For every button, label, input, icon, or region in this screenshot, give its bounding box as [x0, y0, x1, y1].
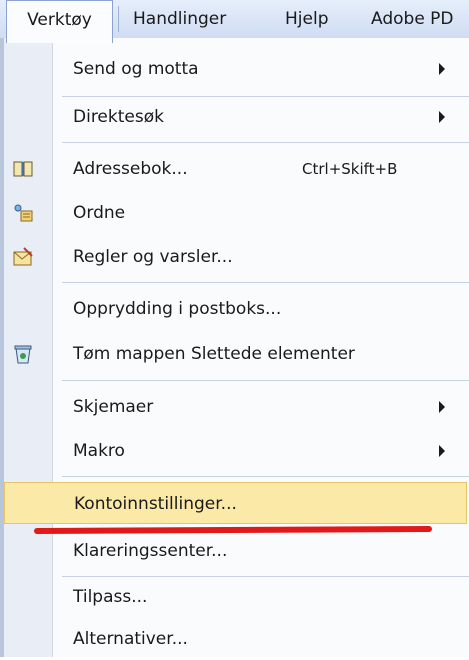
menu-item-label: Direktesøk	[73, 107, 164, 127]
menu-separator	[62, 142, 469, 143]
menu-bar: Verktøy Handlinger Hjelp Adobe PD	[0, 0, 469, 43]
menu-item-ordne[interactable]: Ordne	[0, 192, 469, 234]
menu-verktoy[interactable]: Verktøy	[6, 0, 113, 43]
address-book-icon	[13, 161, 33, 177]
submenu-arrow-icon	[439, 401, 445, 413]
menu-item-skjemaer[interactable]: Skjemaer	[0, 386, 469, 428]
menu-separator	[62, 476, 469, 477]
menu-item-label: Skjemaer	[73, 397, 154, 417]
menu-item-regler-og-varsler[interactable]: Regler og varsler...	[0, 236, 469, 278]
menu-item-label: Ordne	[73, 203, 126, 223]
organize-icon	[14, 204, 33, 222]
menu-item-label: Kontoinnstillinger...	[74, 494, 237, 514]
menu-item-label: Opprydding i postboks...	[73, 299, 282, 319]
menu-item-label: Tilpass...	[73, 587, 148, 607]
menu-item-direktesok[interactable]: Direktesøk	[0, 96, 469, 138]
submenu-arrow-icon	[439, 445, 445, 457]
menu-separator	[62, 282, 469, 283]
menu-item-label: Klareringssenter...	[73, 541, 228, 561]
menu-item-label: Makro	[73, 441, 125, 461]
menu-separator	[62, 380, 469, 381]
menu-item-klareringssenter[interactable]: Klareringssenter...	[0, 530, 469, 572]
menu-item-send-og-motta[interactable]: Send og motta	[0, 48, 469, 90]
empty-trash-icon	[14, 345, 32, 364]
menu-item-label: Tøm mappen Slettede elementer	[73, 344, 355, 364]
menu-adobe-pdf[interactable]: Adobe PD	[371, 0, 454, 38]
tools-dropdown-menu: Send og motta Direktesøk Adressebok... C…	[0, 38, 469, 657]
menu-item-kontoinnstillinger[interactable]: Kontoinnstillinger...	[4, 482, 467, 524]
submenu-arrow-icon	[439, 111, 445, 123]
menu-item-label: Alternativer...	[73, 629, 188, 649]
menu-item-opprydding-i-postboks[interactable]: Opprydding i postboks...	[0, 288, 469, 330]
menubar-separator	[118, 6, 119, 32]
menu-item-makro[interactable]: Makro	[0, 430, 469, 472]
menu-item-tilpass[interactable]: Tilpass...	[0, 576, 469, 618]
menu-hjelp[interactable]: Hjelp	[285, 0, 328, 38]
menu-item-adressebok[interactable]: Adressebok... Ctrl+Skift+B	[0, 148, 469, 190]
submenu-arrow-icon	[439, 63, 445, 75]
menu-item-label: Adressebok...	[73, 159, 188, 179]
menu-item-shortcut: Ctrl+Skift+B	[302, 160, 398, 178]
menu-item-tom-slettede-elementer[interactable]: Tøm mappen Slettede elementer	[0, 333, 469, 375]
rules-alerts-icon	[13, 247, 33, 266]
menu-item-label: Regler og varsler...	[73, 247, 233, 267]
menu-handlinger[interactable]: Handlinger	[133, 0, 226, 38]
menu-item-label: Send og motta	[73, 59, 199, 79]
menu-item-alternativer[interactable]: Alternativer...	[0, 618, 469, 660]
